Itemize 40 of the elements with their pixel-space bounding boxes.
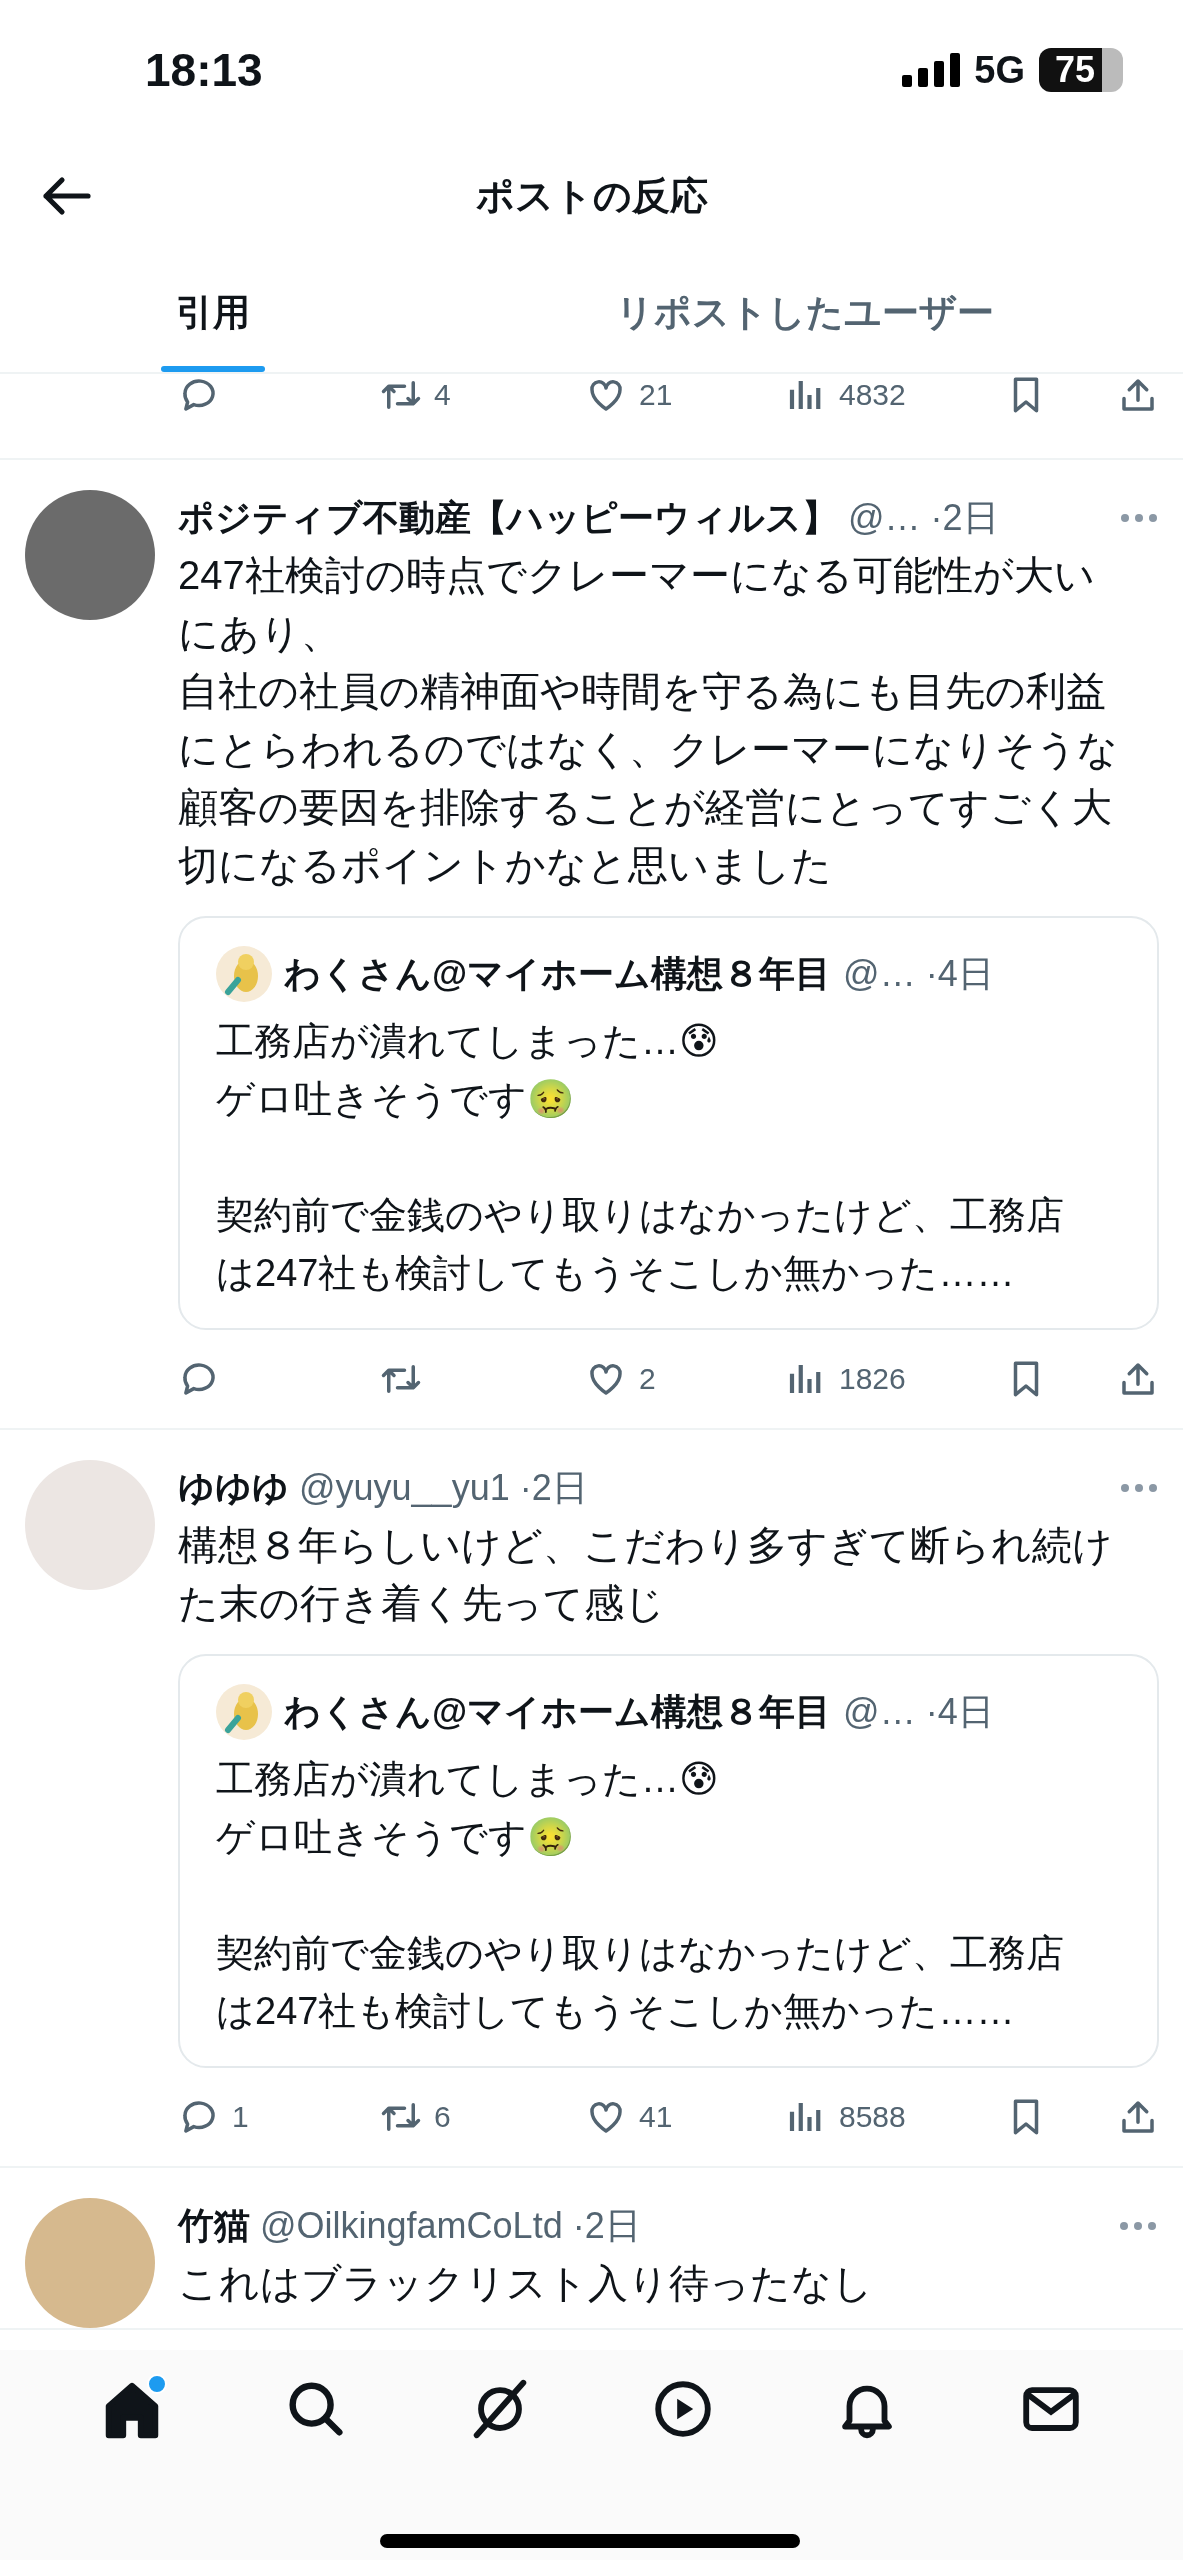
author-handle-time: @… ·2日: [848, 495, 1000, 540]
quoted-author-name: わくさん@マイホーム構想８年目: [284, 1689, 832, 1734]
quoted-post-text: 工務店が潰れてしまった…😰 ゲロ吐きそうです🤢 契約前で金銭のやり取りはなかったけど、工務店は247社も検討してもうそこしか無かった……: [216, 1757, 1065, 2034]
author-handle-time: @OilkingfamCoLtd ·2日: [260, 2203, 642, 2248]
status-time: 18:13: [145, 43, 264, 97]
author-handle-time: @yuyu__yu1 ·2日: [299, 1465, 589, 1510]
author-name[interactable]: ゆゆゆ: [178, 1463, 289, 1513]
signal-icon: [902, 53, 961, 87]
more-icon[interactable]: [1118, 2220, 1158, 2232]
quoted-author-name: わくさん@マイホーム構想８年目: [284, 951, 832, 996]
bird-avatar-icon: [216, 946, 272, 1002]
post-text: これはブラックリスト入り待ったなし: [178, 2260, 874, 2307]
more-icon[interactable]: [1119, 512, 1159, 524]
quoted-handle-time: @… ·4日: [843, 1689, 995, 1734]
post-text: 247社検討の時点でクレーマーになる可能性が大いにあり、: [178, 552, 1096, 657]
views-button[interactable]: 8588: [785, 2096, 1005, 2138]
post-text: 構想８年らしいけど、こだわり多すぎて断られ続けた末の行き着く先って感じ: [178, 1522, 1114, 1627]
like-button[interactable]: 41: [585, 2096, 785, 2138]
quoted-post-text: 工務店が潰れてしまった…😰 ゲロ吐きそうです🤢 契約前で金銭のやり取りはなかったけど、工務店は247社も検討してもうそこしか無かった……: [216, 1019, 1065, 1296]
tab[interactable]: リポストしたユーザー: [426, 252, 1183, 372]
bird-avatar-icon: [216, 1684, 272, 1740]
views-button[interactable]: 4832: [785, 374, 1005, 416]
quoted-post-card[interactable]: わくさん@マイホーム構想８年目 @… ·4日 工務店が潰れてしまった…😰 ゲロ吐きそうです🤢 契約前で金銭のやり取りはなかったけど、工務店は247社も検討してもうそこしか無かった……: [178, 916, 1159, 1330]
author-name[interactable]: 竹猫: [178, 2201, 250, 2251]
like-button[interactable]: 21: [585, 374, 785, 416]
page-title: ポストの反応: [475, 173, 708, 219]
more-icon[interactable]: [1119, 1482, 1159, 1494]
quoted-handle-time: @… ·4日: [843, 951, 995, 996]
battery-indicator: 75: [1038, 48, 1123, 92]
reply-button[interactable]: 1: [178, 2096, 380, 2138]
back-arrow-icon[interactable]: [40, 176, 92, 216]
retweet-button[interactable]: 6: [380, 2096, 585, 2138]
author-name[interactable]: ポジティブ不動産【ハッピーウィルス】: [178, 493, 838, 543]
views-button[interactable]: 1826: [785, 1358, 1005, 1400]
quoted-post-card[interactable]: わくさん@マイホーム構想８年目 @… ·4日 工務店が潰れてしまった…😰 ゲロ吐きそうです🤢 契約前で金銭のやり取りはなかったけど、工務店は247社も検討してもうそこしか無かった……: [178, 1654, 1159, 2068]
post-text: 自社の社員の精神面や時間を守る為にも目先の利益にとらわれるのではなく、クレーマーになりそうな顧客の要因を排除することが経営にとってすごく大切になるポイントかなと思いました: [178, 668, 1119, 889]
tab[interactable]: 引用: [0, 252, 426, 372]
network-label: 5G: [974, 48, 1025, 92]
retweet-button[interactable]: 4: [380, 374, 585, 416]
like-button[interactable]: 2: [585, 1358, 785, 1400]
